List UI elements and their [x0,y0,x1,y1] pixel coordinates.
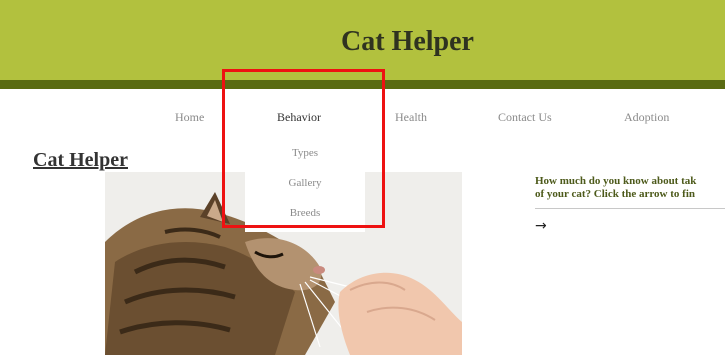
dropdown-item-types[interactable]: Types [245,147,365,159]
quiz-prompt-line-2: of your cat? Click the arrow to fin [535,188,695,200]
quiz-prompt: How much do you know about tak of your c… [535,175,725,201]
site-header: Cat Helper [0,0,725,80]
nav-item-health[interactable]: Health [395,110,427,125]
header-band [0,80,725,89]
page-title: Cat Helper [33,149,128,171]
nav-item-behavior[interactable]: Behavior [277,110,321,125]
dropdown-item-gallery[interactable]: Gallery [245,177,365,189]
nav-item-contact-us[interactable]: Contact Us [498,110,552,125]
quiz-prompt-line-1: How much do you know about tak [535,175,697,187]
arrow-right-icon[interactable]: → [535,218,547,234]
site-title: Cat Helper [341,26,474,57]
nav-item-adoption[interactable]: Adoption [624,110,669,125]
dropdown-item-breeds[interactable]: Breeds [245,207,365,219]
behavior-dropdown-menu: Types Gallery Breeds [245,138,365,232]
divider [535,208,725,209]
nav-item-home[interactable]: Home [175,110,204,125]
